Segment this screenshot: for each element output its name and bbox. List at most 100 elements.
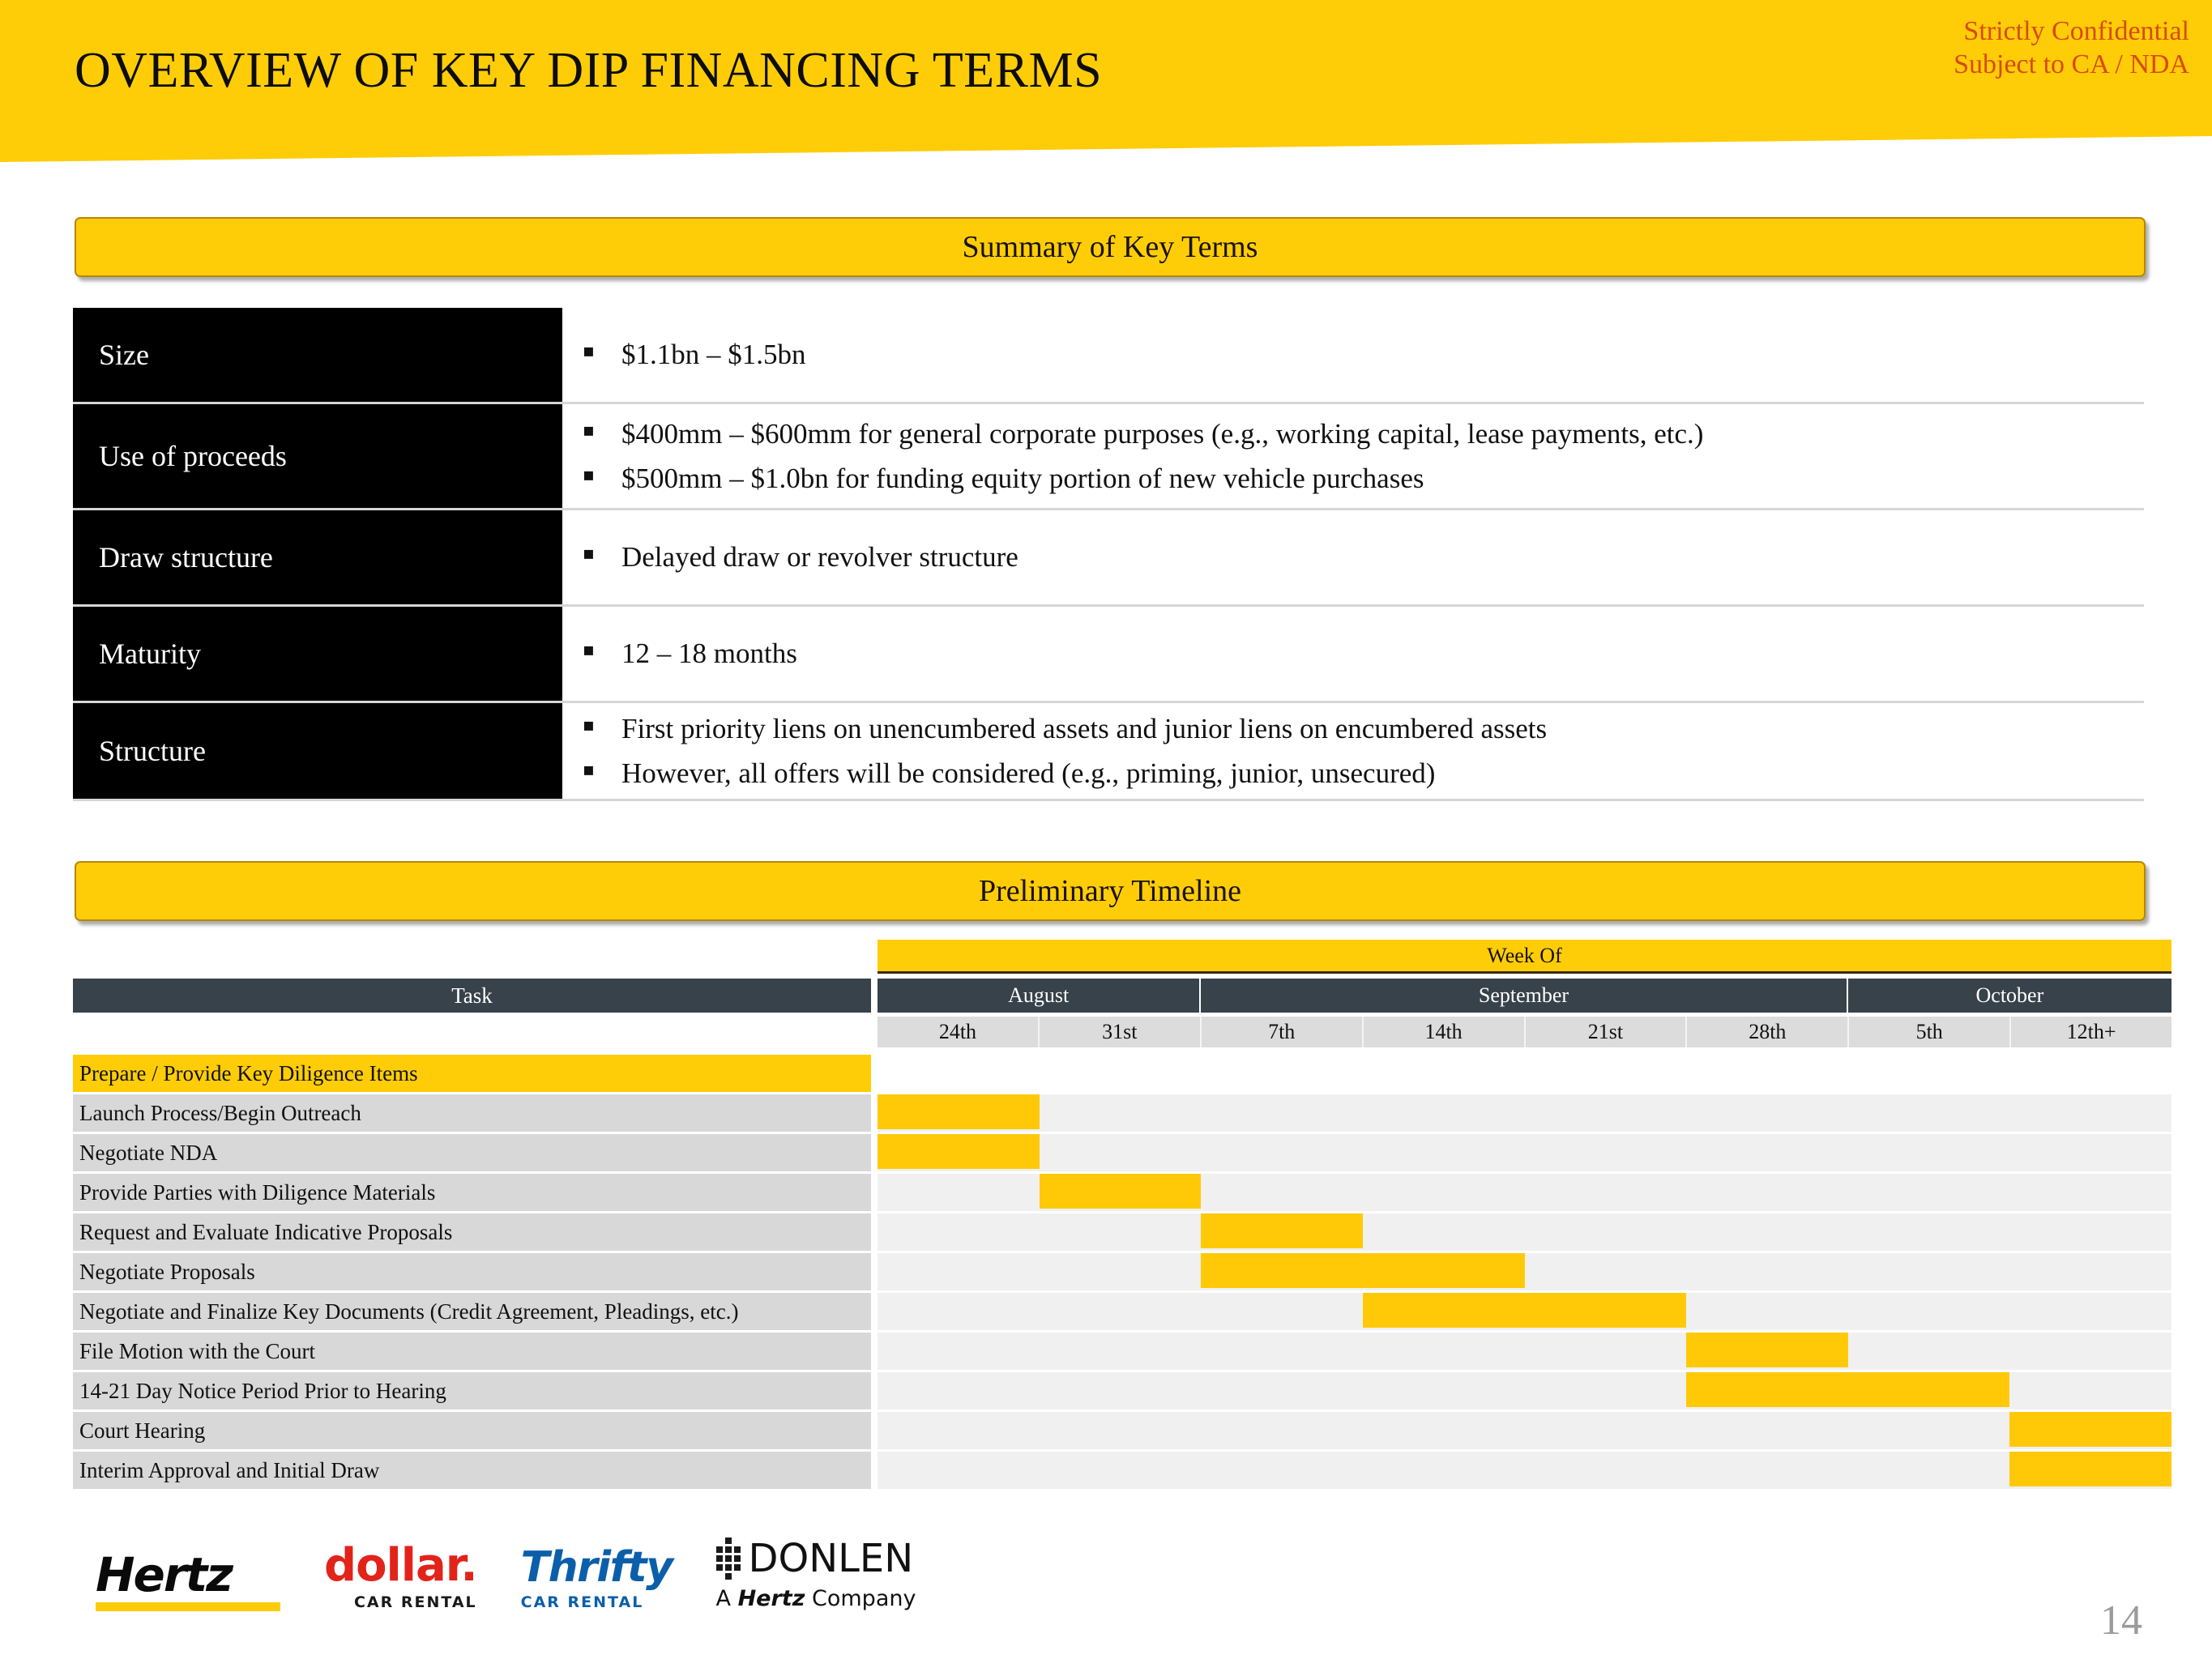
- gantt-track: [878, 1452, 2171, 1491]
- summary-bullet-text: Delayed draw or revolver structure: [621, 541, 1018, 574]
- summary-row-label: Structure: [73, 703, 562, 799]
- week-header-cell: 14th: [1363, 1017, 1526, 1047]
- summary-row-content: ▪ First priority liens on unencumbered as…: [562, 703, 2144, 799]
- square-bullet-icon: ▪: [583, 341, 595, 362]
- month-header-row: August September October: [878, 979, 2171, 1013]
- gantt-bar: [878, 1094, 1040, 1129]
- gantt-track: [878, 1094, 2171, 1134]
- summary-bullet-text: $400mm – $600mm for general corporate pu…: [621, 417, 1704, 450]
- gantt-bar: [1039, 1174, 1202, 1209]
- week-header-cell: 7th: [1201, 1017, 1364, 1047]
- summary-row-label: Use of proceeds: [73, 404, 562, 508]
- summary-bullet-text: First priority liens on unencumbered ass…: [621, 712, 1548, 744]
- summary-row-content: ▪ 12 – 18 months: [562, 607, 2144, 701]
- donlen-logo: DONLEN A Hertz Company: [715, 1536, 916, 1611]
- square-bullet-icon: ▪: [583, 760, 595, 780]
- week-header-cell: 31st: [1039, 1017, 1202, 1047]
- summary-bullet-text: $1.1bn – $1.5bn: [621, 339, 806, 371]
- gantt-task-label: Request and Evaluate Indicative Proposal…: [73, 1213, 871, 1253]
- timeline-header: Week Of Task August September October 24th…: [73, 940, 2171, 1047]
- gantt-bar: [2009, 1412, 2171, 1447]
- timeline-section-banner: Preliminary Timeline: [75, 861, 2146, 921]
- week-header-cell: 5th: [1849, 1017, 2012, 1047]
- month-header-cell: August: [878, 979, 1202, 1013]
- summary-bullet: ▪ $500mm – $1.0bn for funding equity port…: [583, 456, 2144, 501]
- square-bullet-icon: ▪: [583, 544, 595, 565]
- gantt-bar: [1362, 1293, 1687, 1328]
- gantt-bar: [1201, 1253, 1525, 1288]
- gantt-row: Negotiate Proposals: [73, 1253, 2171, 1293]
- summary-bullet-text: 12 – 18 months: [621, 638, 797, 670]
- gantt-row: Launch Process/Begin Outreach: [73, 1094, 2171, 1134]
- hertz-logo: Hertz: [96, 1551, 280, 1611]
- gantt-task-label: File Motion with the Court: [73, 1333, 871, 1372]
- gantt-track: [878, 1174, 2171, 1213]
- summary-row-content: ▪ $1.1bn – $1.5bn: [562, 308, 2144, 402]
- gantt-task-label: Negotiate Proposals: [73, 1253, 871, 1293]
- square-bullet-icon: ▪: [583, 465, 595, 485]
- dollar-wordmark: dollar.: [324, 1539, 478, 1592]
- gantt-track: [878, 1253, 2171, 1293]
- hertz-underline-bar: [96, 1602, 280, 1611]
- gantt-task-label: Prepare / Provide Key Diligence Items: [73, 1055, 871, 1094]
- donlen-top: DONLEN: [715, 1536, 916, 1581]
- preliminary-timeline: Week Of Task August September October 24th…: [73, 940, 2171, 1491]
- summary-row: Size ▪ $1.1bn – $1.5bn: [73, 308, 2144, 404]
- gantt-task-label: Provide Parties with Diligence Materials: [73, 1174, 871, 1213]
- summary-bullet: ▪ $400mm – $600mm for general corporate p…: [583, 412, 2144, 457]
- summary-of-key-terms-table: Size ▪ $1.1bn – $1.5bn Use of proceeds ▪ $400…: [73, 308, 2144, 801]
- week-header-row: 24th 31st 7th 14th 21st 28th 5th 12th+: [878, 1015, 2171, 1047]
- thrifty-tagline: CAR RENTAL: [520, 1593, 644, 1611]
- brand-logo-strip: Hertz dollar. CAR RENTAL Thrifty CAR REN…: [96, 1537, 916, 1611]
- gantt-task-label: Negotiate NDA: [73, 1134, 871, 1174]
- donlen-wordmark: DONLEN: [748, 1536, 914, 1581]
- summary-row-label: Maturity: [73, 607, 562, 701]
- confidential-line-1: Strictly Confidential: [1963, 16, 2189, 46]
- summary-bullet: ▪ However, all offers will be considered …: [583, 751, 2144, 796]
- summary-row-content: ▪ Delayed draw or revolver structure: [562, 510, 2144, 604]
- gantt-track: [878, 1333, 2171, 1372]
- gantt-row: Court Hearing: [73, 1412, 2171, 1452]
- summary-row: Structure ▪ First priority liens on unencu…: [73, 703, 2144, 801]
- gantt-row: Interim Approval and Initial Draw: [73, 1452, 2171, 1491]
- summary-row-label: Draw structure: [73, 510, 562, 604]
- gantt-bar: [2009, 1452, 2171, 1486]
- gantt-row: Prepare / Provide Key Diligence Items: [73, 1055, 2171, 1094]
- gantt-row: Request and Evaluate Indicative Proposal…: [73, 1213, 2171, 1253]
- summary-row: Draw structure ▪ Delayed draw or revolver …: [73, 510, 2144, 607]
- summary-section-banner: Summary of Key Terms: [75, 217, 2146, 277]
- square-bullet-icon: ▪: [583, 420, 595, 441]
- month-header-cell: October: [1847, 979, 2171, 1013]
- gantt-row: 14-21 Day Notice Period Prior to Hearing: [73, 1372, 2171, 1412]
- donlen-dot-matrix-icon: [715, 1537, 741, 1580]
- gantt-task-label: Interim Approval and Initial Draw: [73, 1452, 871, 1491]
- gantt-row: File Motion with the Court: [73, 1333, 2171, 1372]
- hertz-wordmark: Hertz: [96, 1547, 233, 1602]
- thrifty-wordmark: Thrifty: [520, 1543, 673, 1592]
- task-column-header: Task: [73, 979, 871, 1013]
- square-bullet-icon: ▪: [583, 714, 595, 736]
- gantt-row: Provide Parties with Diligence Materials: [73, 1174, 2171, 1213]
- gantt-rows: Prepare / Provide Key Diligence Items Lau…: [73, 1055, 2171, 1491]
- gantt-track: [878, 1213, 2171, 1253]
- summary-bullet-text: However, all offers will be considered (…: [621, 757, 1436, 789]
- gantt-bar: [1686, 1372, 2010, 1407]
- summary-banner-label: Summary of Key Terms: [962, 230, 1258, 264]
- gantt-row: Negotiate NDA: [73, 1134, 2171, 1174]
- gantt-task-label: Court Hearing: [73, 1412, 871, 1452]
- dollar-tagline: CAR RENTAL: [353, 1593, 477, 1611]
- gantt-bar: [1686, 1333, 1848, 1367]
- gantt-bar: [878, 1134, 1040, 1169]
- gantt-track: [878, 1293, 2171, 1333]
- gantt-task-label: Launch Process/Begin Outreach: [73, 1094, 871, 1134]
- gantt-track: [878, 1134, 2171, 1174]
- summary-row: Maturity ▪ 12 – 18 months: [73, 607, 2144, 703]
- gantt-row: Negotiate and Finalize Key Documents (Cr…: [73, 1293, 2171, 1333]
- summary-bullet-text: $500mm – $1.0bn for funding equity porti…: [621, 463, 1424, 494]
- week-header-cell: 12th+: [2011, 1017, 2171, 1047]
- confidential-line-2: Subject to CA / NDA: [1954, 49, 2189, 80]
- gantt-task-label: 14-21 Day Notice Period Prior to Hearing: [73, 1372, 871, 1412]
- summary-bullet: ▪ $1.1bn – $1.5bn: [583, 332, 2144, 377]
- summary-row-label: Size: [73, 308, 562, 402]
- timeline-banner-label: Preliminary Timeline: [978, 874, 1242, 908]
